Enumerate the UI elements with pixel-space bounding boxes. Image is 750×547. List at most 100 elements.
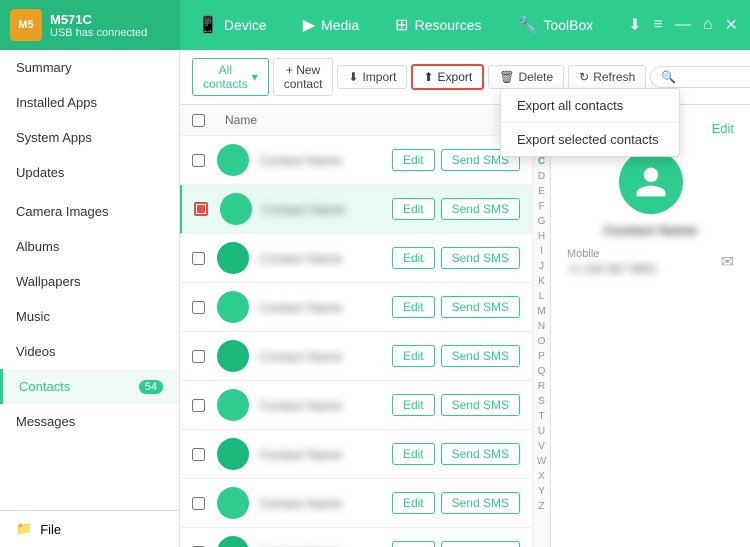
contact-checkbox[interactable] xyxy=(192,448,205,461)
send-sms-button[interactable]: Send SMS xyxy=(441,492,520,514)
import-button[interactable]: ⬇ Import xyxy=(337,65,407,89)
export-selected-option[interactable]: Export selected contacts xyxy=(501,123,679,156)
export-all-option[interactable]: Export all contacts xyxy=(501,89,679,123)
contact-checkbox-selected[interactable] xyxy=(194,202,208,216)
menu-button[interactable]: ≡ xyxy=(654,16,663,34)
edit-button[interactable]: Edit xyxy=(392,149,435,171)
table-row[interactable]: Contact Name Edit Send SMS xyxy=(180,430,532,479)
sidebar-item-messages[interactable]: Messages xyxy=(0,404,179,439)
table-row[interactable]: Contact Name Edit Send SMS xyxy=(180,185,532,234)
alpha-q[interactable]: Q xyxy=(538,364,546,379)
edit-button[interactable]: Edit xyxy=(392,443,435,465)
edit-button[interactable]: Edit xyxy=(392,492,435,514)
device-icon: M5 xyxy=(10,9,42,41)
send-sms-button[interactable]: Send SMS xyxy=(441,247,520,269)
alpha-n[interactable]: N xyxy=(538,319,545,334)
send-sms-button[interactable]: Send SMS xyxy=(441,198,520,220)
table-row[interactable]: Contact Name Edit Send SMS xyxy=(180,283,532,332)
contact-name: Contact Name xyxy=(262,202,392,217)
edit-button[interactable]: Edit xyxy=(392,541,435,547)
person-icon xyxy=(633,164,669,200)
alpha-r[interactable]: R xyxy=(538,379,545,394)
table-row[interactable]: Contact Name Edit Send SMS xyxy=(180,136,532,185)
delete-button[interactable]: 🗑 Delete xyxy=(488,65,564,89)
alpha-v[interactable]: V xyxy=(538,439,545,454)
alpha-s[interactable]: S xyxy=(538,394,545,409)
contact-actions: Edit Send SMS xyxy=(392,394,520,416)
contact-detail-panel: Edit Contact Name Mobile +1 234 567 8901… xyxy=(550,105,750,547)
alpha-p[interactable]: P xyxy=(538,349,545,364)
send-sms-button[interactable]: Send SMS xyxy=(441,443,520,465)
table-row[interactable]: Contact Name Edit Send SMS xyxy=(180,381,532,430)
phone-number: +1 234 567 8901 xyxy=(567,262,657,276)
avatar xyxy=(217,536,249,547)
send-sms-button[interactable]: Send SMS xyxy=(441,345,520,367)
contact-checkbox[interactable] xyxy=(192,350,205,363)
contact-detail-edit-button[interactable]: Edit xyxy=(712,121,734,136)
send-sms-button[interactable]: Send SMS xyxy=(441,541,520,547)
edit-button[interactable]: Edit xyxy=(392,296,435,318)
sidebar-item-contacts[interactable]: Contacts 54 xyxy=(0,369,179,404)
edit-button[interactable]: Edit xyxy=(392,198,435,220)
device-name: M571C xyxy=(50,12,147,27)
all-contacts-button[interactable]: All contacts ▾ xyxy=(192,58,269,96)
send-sms-button[interactable]: Send SMS xyxy=(441,394,520,416)
send-sms-button[interactable]: Send SMS xyxy=(441,296,520,318)
tab-media[interactable]: ▶ Media xyxy=(285,0,377,50)
sidebar-item-wallpapers[interactable]: Wallpapers xyxy=(0,264,179,299)
refresh-button[interactable]: ↻ Refresh xyxy=(568,65,646,89)
contact-list-area: Name Contact Name Edit Send SMS Co xyxy=(180,105,750,547)
alpha-j[interactable]: J xyxy=(539,259,544,274)
alpha-l[interactable]: L xyxy=(539,289,545,304)
contact-checkbox[interactable] xyxy=(192,301,205,314)
contact-checkbox[interactable] xyxy=(192,252,205,265)
sidebar-item-music[interactable]: Music xyxy=(0,299,179,334)
minimize-button[interactable]: — xyxy=(675,16,691,34)
restore-button[interactable]: ⌂ xyxy=(703,16,713,34)
export-button[interactable]: ⬆ Export xyxy=(411,64,484,90)
alpha-g[interactable]: G xyxy=(538,214,546,229)
alpha-y[interactable]: Y xyxy=(538,484,545,499)
alpha-k[interactable]: K xyxy=(538,274,545,289)
alpha-m[interactable]: M xyxy=(537,304,545,319)
alpha-f[interactable]: F xyxy=(538,199,544,214)
alpha-i[interactable]: I xyxy=(540,244,543,259)
tab-toolbox[interactable]: 🔧 ToolBox xyxy=(500,0,612,50)
sidebar-item-updates[interactable]: Updates xyxy=(0,155,179,190)
edit-button[interactable]: Edit xyxy=(392,345,435,367)
contact-checkbox[interactable] xyxy=(192,399,205,412)
sidebar-item-system-apps[interactable]: System Apps xyxy=(0,120,179,155)
alpha-u[interactable]: U xyxy=(538,424,545,439)
sidebar-item-albums[interactable]: Albums xyxy=(0,229,179,264)
edit-button[interactable]: Edit xyxy=(392,247,435,269)
table-row[interactable]: Contact Name Edit Send SMS xyxy=(180,528,532,547)
download-button[interactable]: ⬇ xyxy=(628,15,641,35)
alpha-e[interactable]: E xyxy=(538,184,545,199)
select-all-checkbox[interactable] xyxy=(192,114,205,127)
sidebar-item-summary[interactable]: Summary xyxy=(0,50,179,85)
tab-device[interactable]: 📱 Device xyxy=(180,0,285,50)
sidebar-item-videos[interactable]: Videos xyxy=(0,334,179,369)
contact-checkbox[interactable] xyxy=(192,154,205,167)
alpha-t[interactable]: T xyxy=(538,409,544,424)
contact-name: Contact Name xyxy=(259,496,392,511)
import-icon: ⬇ xyxy=(348,70,358,84)
new-contact-button[interactable]: + New contact xyxy=(273,58,334,96)
edit-button[interactable]: Edit xyxy=(392,394,435,416)
alpha-z[interactable]: Z xyxy=(538,499,544,514)
table-row[interactable]: Contact Name Edit Send SMS xyxy=(180,234,532,283)
close-button[interactable]: ✕ xyxy=(725,15,738,35)
alpha-h[interactable]: H xyxy=(538,229,545,244)
alpha-w[interactable]: W xyxy=(537,454,546,469)
alpha-o[interactable]: O xyxy=(538,334,546,349)
sidebar-item-camera-images[interactable]: Camera Images xyxy=(0,194,179,229)
table-row[interactable]: Contact Name Edit Send SMS xyxy=(180,332,532,381)
search-input[interactable] xyxy=(650,66,750,88)
alpha-x[interactable]: X xyxy=(538,469,545,484)
contact-checkbox[interactable] xyxy=(192,497,205,510)
table-row[interactable]: Contact Name Edit Send SMS xyxy=(180,479,532,528)
sidebar-file[interactable]: 📁 File xyxy=(0,510,179,547)
tab-resources[interactable]: ⊞ Resources xyxy=(377,0,499,50)
alpha-d[interactable]: D xyxy=(538,169,545,184)
sidebar-item-installed-apps[interactable]: Installed Apps xyxy=(0,85,179,120)
